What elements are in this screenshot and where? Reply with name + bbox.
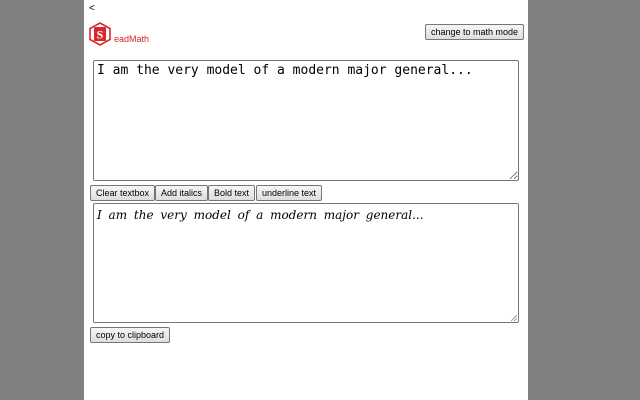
rendered-output-text: I am the very model of a modern major ge… — [97, 208, 424, 222]
logo-text: eadMath — [114, 34, 150, 44]
clear-textbox-button[interactable]: Clear textbox — [90, 185, 156, 201]
resize-grip-icon[interactable] — [511, 315, 517, 321]
app-page: < S eadMath change to math mode I am the… — [84, 0, 528, 400]
add-italics-button[interactable]: Add italics — [155, 185, 209, 201]
logo-mark-icon: S — [89, 22, 111, 46]
change-to-math-mode-button[interactable]: change to math mode — [425, 24, 525, 40]
seadmath-logo: S eadMath — [88, 22, 168, 48]
copy-to-clipboard-button[interactable]: copy to clipboard — [90, 327, 171, 343]
underline-text-button[interactable]: underline text — [256, 185, 323, 201]
logo-letter: S — [97, 28, 104, 42]
back-arrow-icon[interactable]: < — [89, 2, 95, 16]
rendered-output-box[interactable]: I am the very model of a modern major ge… — [93, 203, 519, 323]
text-input-textarea[interactable]: I am the very model of a modern major ge… — [93, 60, 519, 181]
bold-text-button[interactable]: Bold text — [208, 185, 256, 201]
